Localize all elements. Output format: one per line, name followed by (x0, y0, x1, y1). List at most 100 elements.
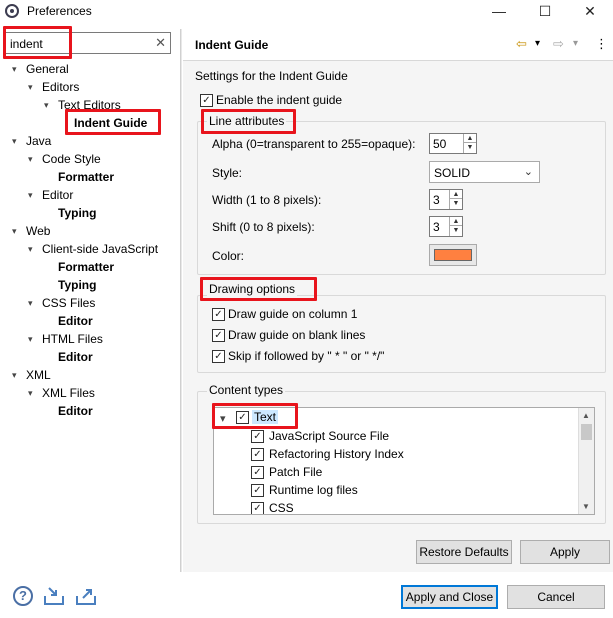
drawing-option-checkbox[interactable]: ✓ (212, 350, 225, 363)
tree-item-typing[interactable]: Typing (58, 278, 96, 292)
tree-expand-icon[interactable]: ▾ (12, 136, 22, 146)
content-type-label[interactable]: JavaScript Source File (269, 429, 389, 443)
tree-item-editor[interactable]: Editor (58, 404, 93, 418)
tree-item-typing[interactable]: Typing (58, 206, 96, 220)
content-type-checkbox[interactable]: ✓ (251, 466, 264, 479)
tree-expand-icon[interactable]: ▾ (12, 64, 22, 74)
drawing-option-checkbox[interactable]: ✓ (212, 308, 225, 321)
highlight-box-drawing-options (200, 277, 317, 301)
tree-item-java[interactable]: Java (26, 134, 51, 148)
view-menu-icon[interactable]: ⋮ (595, 36, 608, 52)
tree-expand-icon[interactable]: ▾ (28, 190, 38, 200)
tree-item-formatter[interactable]: Formatter (58, 170, 114, 184)
content-type-label[interactable]: CSS (269, 501, 294, 514)
page-title: Indent Guide (195, 38, 269, 52)
scroll-down-icon[interactable]: ▼ (582, 502, 590, 511)
shift-spinner[interactable]: 3 ▲ ▼ (429, 216, 463, 237)
drawing-option-checkbox[interactable]: ✓ (212, 329, 225, 342)
shift-value: 3 (433, 220, 440, 234)
tree-expand-icon[interactable]: ▾ (12, 370, 22, 380)
maximize-button[interactable]: ☐ (522, 0, 568, 22)
content-type-checkbox[interactable]: ✓ (251, 502, 264, 514)
clear-filter-icon[interactable]: ✕ (155, 35, 166, 51)
style-value: SOLID (434, 166, 471, 180)
enable-indent-guide-checkbox[interactable]: ✓ (200, 94, 213, 107)
spin-up-icon[interactable]: ▲ (450, 217, 462, 226)
drawing-option-label: Draw guide on column 1 (228, 307, 358, 321)
alpha-label: Alpha (0=transparent to 255=opaque): (212, 137, 416, 151)
tree-expand-icon[interactable]: ▾ (28, 298, 38, 308)
spin-up-icon[interactable]: ▲ (464, 134, 476, 143)
content-type-checkbox[interactable]: ✓ (251, 484, 264, 497)
tree-item-client-side-javascript[interactable]: Client-side JavaScript (42, 242, 158, 256)
drawing-option-label: Skip if followed by " * " or " */" (228, 349, 385, 363)
content-types-title: Content types (207, 383, 286, 397)
tree-item-code-style[interactable]: Code Style (42, 152, 101, 166)
back-arrow-icon[interactable]: ⇦ (516, 36, 527, 52)
close-button[interactable]: ✕ (567, 0, 613, 22)
highlight-box-line-attributes (201, 109, 296, 134)
page-header: Indent Guide ⇦ ▾ ⇨ ▾ ⋮ (183, 29, 613, 61)
forward-arrow-icon[interactable]: ⇨ (553, 36, 564, 52)
width-spinner[interactable]: 3 ▲ ▼ (429, 189, 463, 210)
tree-expand-icon[interactable]: ▾ (28, 334, 38, 344)
sash-divider[interactable] (180, 29, 182, 572)
back-history-dropdown-icon[interactable]: ▾ (535, 38, 540, 49)
content-types-scrollbar[interactable]: ▲ ▼ (578, 408, 594, 514)
width-label: Width (1 to 8 pixels): (212, 193, 322, 207)
tree-item-css-files[interactable]: CSS Files (42, 296, 95, 310)
spin-down-icon[interactable]: ▼ (450, 199, 462, 208)
apply-button[interactable]: Apply (520, 540, 610, 564)
content-type-checkbox[interactable]: ✓ (251, 448, 264, 461)
spin-down-icon[interactable]: ▼ (464, 143, 476, 152)
content-type-label[interactable]: Refactoring History Index (269, 447, 404, 461)
alpha-spin-buttons[interactable]: ▲ ▼ (463, 134, 476, 153)
shift-label: Shift (0 to 8 pixels): (212, 220, 315, 234)
window-title: Preferences (27, 4, 92, 18)
tree-item-formatter[interactable]: Formatter (58, 260, 114, 274)
tree-item-web[interactable]: Web (26, 224, 50, 238)
spin-up-icon[interactable]: ▲ (450, 190, 462, 199)
style-label: Style: (212, 166, 243, 180)
spin-down-icon[interactable]: ▼ (450, 226, 462, 235)
color-label: Color: (212, 249, 245, 263)
shift-spin-buttons[interactable]: ▲ ▼ (449, 217, 462, 236)
eclipse-app-icon (5, 4, 19, 18)
title-bar: Preferences — ☐ ✕ (0, 0, 613, 22)
minimize-button[interactable]: — (476, 0, 522, 22)
tree-item-editors[interactable]: Editors (42, 80, 79, 94)
content-type-checkbox[interactable]: ✓ (251, 430, 264, 443)
tree-expand-icon[interactable]: ▾ (28, 388, 38, 398)
tree-item-html-files[interactable]: HTML Files (42, 332, 103, 346)
forward-history-dropdown-icon[interactable]: ▾ (573, 38, 578, 49)
tree-expand-icon[interactable]: ▾ (12, 226, 22, 236)
tree-expand-icon[interactable]: ▾ (28, 244, 38, 254)
tree-item-xml-files[interactable]: XML Files (42, 386, 95, 400)
style-select[interactable]: SOLID ⌄ (429, 161, 540, 183)
highlight-box-search (3, 26, 72, 59)
content-type-label[interactable]: Patch File (269, 465, 322, 479)
tree-item-editor[interactable]: Editor (58, 314, 93, 328)
tree-expand-icon[interactable]: ▾ (44, 100, 54, 110)
cancel-button[interactable]: Cancel (507, 585, 605, 609)
tree-item-editor[interactable]: Editor (58, 350, 93, 364)
chevron-down-icon: ⌄ (523, 166, 533, 178)
export-icon[interactable] (75, 586, 97, 606)
width-spin-buttons[interactable]: ▲ ▼ (449, 190, 462, 209)
scrollbar-thumb[interactable] (581, 424, 592, 440)
tree-expand-icon[interactable]: ▾ (28, 154, 38, 164)
scroll-up-icon[interactable]: ▲ (582, 411, 590, 420)
tree-item-general[interactable]: General (26, 62, 69, 76)
apply-and-close-button[interactable]: Apply and Close (401, 585, 498, 609)
tree-expand-icon[interactable]: ▾ (28, 82, 38, 92)
tree-item-editor[interactable]: Editor (42, 188, 73, 202)
alpha-value: 50 (433, 137, 447, 151)
tree-item-xml[interactable]: XML (26, 368, 51, 382)
restore-defaults-button[interactable]: Restore Defaults (416, 540, 512, 564)
import-icon[interactable] (43, 586, 65, 606)
width-value: 3 (433, 193, 440, 207)
color-picker-button[interactable] (429, 244, 477, 266)
help-icon[interactable]: ? (13, 586, 33, 606)
alpha-spinner[interactable]: 50 ▲ ▼ (429, 133, 477, 154)
content-type-label[interactable]: Runtime log files (269, 483, 358, 497)
